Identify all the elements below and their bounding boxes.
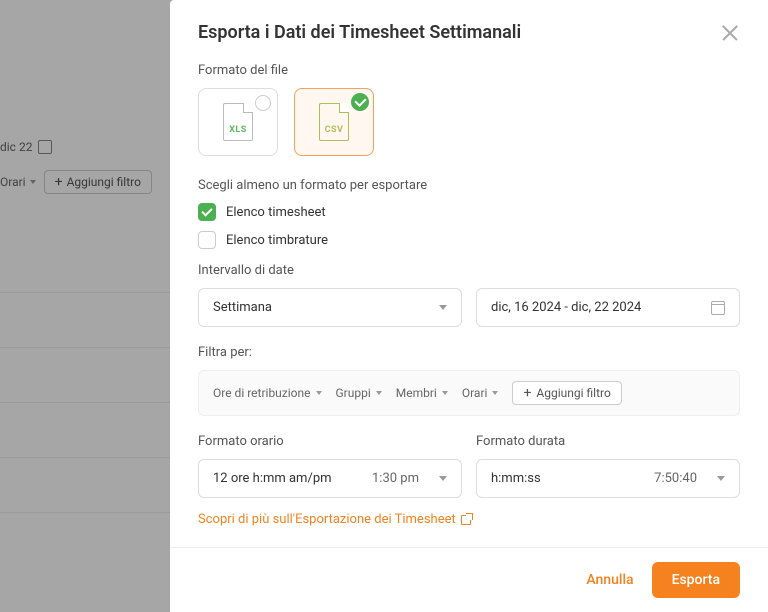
export-button[interactable]: Esporta [652, 562, 740, 598]
file-csv-icon: CSV [319, 103, 349, 141]
filter-groups[interactable]: Gruppi [336, 386, 382, 400]
duration-format-select[interactable]: h:mm:ss 7:50:40 [476, 459, 740, 498]
filter-pay[interactable]: Ore di retribuzione [213, 386, 322, 400]
chevron-down-icon [376, 391, 382, 395]
time-format-label: Formato orario [198, 434, 462, 449]
filter-box: Ore di retribuzione Gruppi Membri Orari … [198, 370, 740, 416]
chevron-down-icon [439, 305, 447, 310]
chevron-down-icon [316, 391, 322, 395]
period-value: Settimana [213, 300, 272, 315]
modal-body: Formato del file XLS CSV Scegli almeno u… [170, 43, 768, 547]
file-xls-icon: XLS [223, 103, 253, 141]
checkbox-timesheet[interactable] [198, 203, 216, 221]
time-format-example: 1:30 pm [372, 471, 419, 486]
checkbox-timbrature-label: Elenco timbrature [226, 233, 328, 248]
check-circle-icon [351, 93, 369, 111]
close-icon[interactable] [720, 23, 740, 43]
chevron-down-icon [442, 391, 448, 395]
format-xls-card[interactable]: XLS [198, 88, 278, 156]
file-format-options: XLS CSV [198, 88, 740, 156]
checkbox-timesheet-label: Elenco timesheet [226, 205, 326, 220]
period-select[interactable]: Settimana [198, 288, 462, 327]
date-range-value: dic, 16 2024 - dic, 22 2024 [491, 300, 641, 315]
external-link-icon [461, 515, 471, 525]
chevron-down-icon [492, 391, 498, 395]
date-range-picker[interactable]: dic, 16 2024 - dic, 22 2024 [476, 288, 740, 327]
format-csv-card[interactable]: CSV [294, 88, 374, 156]
duration-format-value: h:mm:ss [491, 471, 541, 486]
chevron-down-icon [439, 476, 447, 481]
duration-format-label: Formato durata [476, 434, 740, 449]
time-format-select[interactable]: 12 ore h:mm am/pm 1:30 pm [198, 459, 462, 498]
chevron-down-icon [717, 476, 725, 481]
date-range-label: Intervallo di date [198, 263, 740, 278]
cancel-button[interactable]: Annulla [586, 572, 633, 588]
radio-unchecked-icon [255, 95, 271, 111]
filter-hours[interactable]: Orari [462, 386, 499, 400]
modal-header: Esporta i Dati dei Timesheet Settimanali [170, 0, 768, 43]
modal-footer: Annulla Esporta [170, 547, 768, 612]
modal-title: Esporta i Dati dei Timesheet Settimanali [198, 22, 521, 43]
learn-more-link[interactable]: Scopri di più sull'Esportazione dei Time… [198, 512, 740, 527]
filter-members[interactable]: Membri [396, 386, 448, 400]
time-format-value: 12 ore h:mm am/pm [213, 471, 332, 486]
duration-format-example: 7:50:40 [654, 471, 697, 486]
export-modal: Esporta i Dati dei Timesheet Settimanali… [170, 0, 768, 612]
checkbox-timbrature[interactable] [198, 231, 216, 249]
calendar-icon [711, 301, 725, 315]
file-format-label: Formato del file [198, 63, 740, 78]
add-filter-button[interactable]: +Aggiungi filtro [512, 381, 621, 405]
choose-format-label: Scegli almeno un formato per esportare [198, 178, 740, 193]
filter-by-label: Filtra per: [198, 345, 740, 360]
plus-icon: + [523, 386, 531, 400]
